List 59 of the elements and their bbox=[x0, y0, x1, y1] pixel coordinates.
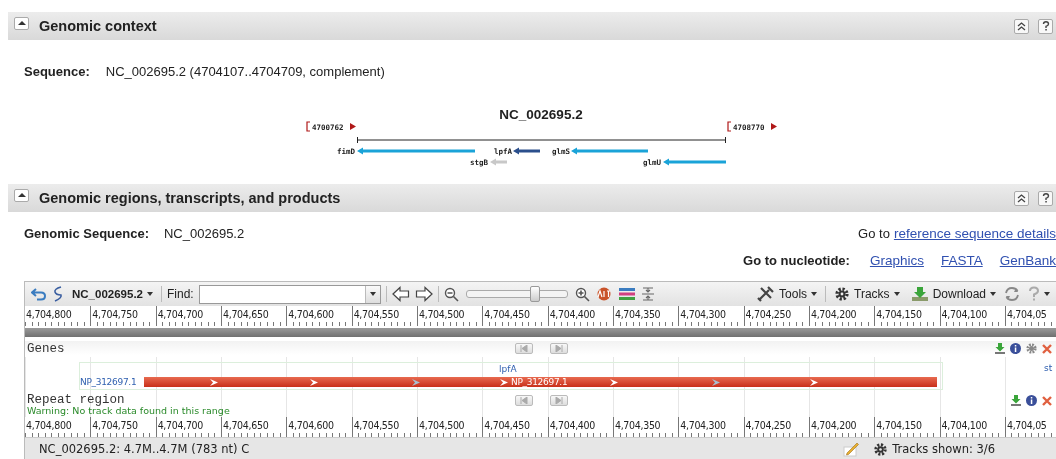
ruler-label: 4,704,350 bbox=[612, 306, 679, 323]
ruler-label: 4,704,150 bbox=[874, 417, 940, 434]
tracks-shown-text[interactable]: Tracks shown: 3/6 bbox=[873, 441, 995, 457]
genomic-sequence-label: Genomic Sequence: bbox=[24, 225, 149, 241]
ruler-label: 4,704,550 bbox=[351, 306, 417, 323]
ruler-label: 4,704,500 bbox=[416, 417, 483, 434]
nucleotide-link[interactable]: Graphics bbox=[869, 252, 924, 268]
ruler-label: 4,704,450 bbox=[482, 306, 548, 323]
ruler-label: 4,704,300 bbox=[678, 417, 744, 434]
ruler-label: 4,704,450 bbox=[482, 417, 548, 434]
track-name: Repeat region bbox=[27, 393, 125, 407]
ruler-label: 4,704,250 bbox=[743, 417, 809, 434]
ruler-label: 4,704,250 bbox=[743, 306, 809, 323]
ruler-label: 4,704,200 bbox=[808, 417, 875, 434]
ruler-label: 4,704,300 bbox=[678, 306, 744, 323]
ruler-label: 4,704,600 bbox=[286, 417, 352, 434]
ruler-label: 4,704,750 bbox=[90, 417, 156, 434]
protein-label[interactable]: NP_312697.1 bbox=[80, 377, 137, 387]
ruler-label: 4,704,600 bbox=[286, 306, 352, 323]
bar-label[interactable]: NP_312697.1 bbox=[511, 377, 568, 387]
ruler-label: 4,704,500 bbox=[416, 306, 483, 323]
ruler-label: 4,704,650 bbox=[221, 417, 287, 434]
ruler-label: 4,704,550 bbox=[351, 417, 417, 434]
section-title: Genomic regions, transcripts, and products bbox=[39, 190, 341, 206]
ruler-label: 4,704,700 bbox=[155, 417, 221, 434]
sequence-dropdown[interactable]: NC_002695.2 bbox=[69, 288, 156, 300]
gene-label[interactable]: st bbox=[1044, 363, 1053, 373]
ruler-label: 4,704,800 bbox=[25, 307, 73, 322]
ruler-label: 4,704,750 bbox=[90, 306, 156, 323]
ruler-label: 4,704,150 bbox=[874, 306, 940, 323]
nucleotide-link[interactable]: FASTA bbox=[940, 252, 983, 268]
track-name: Genes bbox=[27, 342, 65, 356]
tracks-menu[interactable]: Tracks bbox=[831, 286, 903, 302]
goto-text: Go to bbox=[858, 225, 890, 241]
genomic-sequence-value: NC_002695.2 bbox=[164, 225, 245, 241]
ruler-label: 4,704,100 bbox=[939, 306, 1005, 323]
goto-nucleotide-label: Go to nucleotide: bbox=[743, 252, 850, 268]
find-label: Find: bbox=[167, 287, 194, 301]
sequence-label: Sequence: bbox=[24, 63, 90, 79]
tools-menu[interactable]: Tools bbox=[754, 286, 821, 302]
ruler-label: 4,704,400 bbox=[547, 417, 613, 434]
diagram-title: NC_002695.2 bbox=[499, 107, 583, 122]
ruler-label: 4,704,400 bbox=[547, 306, 613, 323]
nucleotide-link[interactable]: GenBank bbox=[999, 252, 1056, 268]
reference-sequence-link[interactable]: reference sequence details bbox=[893, 225, 1056, 241]
ruler-label: 4,704,100 bbox=[939, 417, 1005, 434]
ruler-label: 4,704,05 bbox=[1004, 306, 1056, 323]
sequence-value: NC_002695.2 (4704107..4704709, complement) bbox=[105, 63, 385, 79]
ruler-label: 4,704,350 bbox=[612, 417, 679, 434]
gene-label[interactable]: lpfA bbox=[499, 364, 517, 374]
ruler-label: 4,704,650 bbox=[221, 306, 287, 323]
warning-text: Warning: No track data found in this range bbox=[27, 405, 230, 416]
ruler-label: 4,704,05 bbox=[1004, 417, 1056, 434]
download-menu[interactable]: Download bbox=[907, 286, 999, 302]
ruler-label: 4,704,800 bbox=[25, 418, 73, 433]
ruler-label: 4,704,700 bbox=[155, 306, 221, 323]
section-title: Genomic context bbox=[39, 18, 157, 34]
status-text: NC_002695.2: 4.7M..4.7M (783 nt) C bbox=[39, 442, 250, 456]
ruler-label: 4,704,200 bbox=[808, 306, 875, 323]
